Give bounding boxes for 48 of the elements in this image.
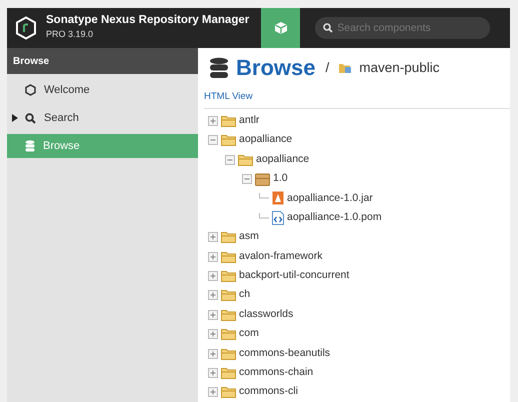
- tree-item[interactable]: commons-cli: [204, 382, 510, 402]
- repository-name: maven-public: [359, 58, 440, 77]
- folder-icon: [221, 270, 236, 282]
- jar-file-icon: [272, 191, 284, 206]
- database-icon: [209, 56, 229, 79]
- search-field[interactable]: Search components: [315, 17, 490, 39]
- tree-item[interactable]: commons-beanutils: [204, 344, 510, 364]
- repository-icon: [339, 62, 352, 74]
- breadcrumb-separator: /: [325, 58, 330, 77]
- folder-icon: [221, 134, 236, 146]
- cube-icon: [274, 21, 288, 35]
- html-view-link[interactable]: HTML View: [204, 90, 253, 102]
- box-icon: [255, 172, 270, 186]
- xml-file-icon: [272, 210, 284, 225]
- sidebar-item[interactable]: Search: [7, 106, 198, 130]
- hexagon-icon: [25, 84, 36, 96]
- folder-icon: [221, 114, 236, 127]
- tree-item[interactable]: com: [204, 324, 510, 344]
- tree-item[interactable]: asm: [204, 227, 510, 247]
- logo-icon: [15, 16, 37, 40]
- sidebar-item[interactable]: Welcome: [7, 78, 198, 102]
- product-edition: PRO 3.19.0: [46, 28, 94, 42]
- tree-item[interactable]: commons-chain: [204, 363, 510, 383]
- product-name: Sonatype Nexus Repository Manager: [46, 14, 250, 28]
- folder-icon: [221, 328, 236, 340]
- folder-icon: [221, 366, 236, 379]
- search-icon: [25, 112, 36, 124]
- folder-icon: [238, 154, 253, 166]
- tree-item[interactable]: aopalliance: [204, 150, 510, 170]
- tree-item[interactable]: ch: [204, 286, 510, 306]
- folder-icon: [221, 386, 236, 398]
- page-title: Browse: [236, 54, 316, 82]
- tree-item[interactable]: antlr: [204, 111, 510, 131]
- tree-item[interactable]: avalon-framework: [204, 246, 510, 266]
- database-icon: [25, 140, 35, 152]
- folder-icon: [221, 231, 236, 244]
- sidebar-title: Browse: [7, 48, 198, 74]
- folder-icon: [221, 348, 236, 360]
- folder-icon: [221, 289, 236, 302]
- tree-item[interactable]: backport-util-concurrent: [204, 266, 510, 286]
- folder-icon: [221, 308, 236, 321]
- tree-item[interactable]: classworlds: [204, 305, 510, 324]
- browse-tab[interactable]: [261, 8, 300, 48]
- tree-item[interactable]: aopalliance-1.0.jar: [204, 188, 510, 208]
- folder-icon: [221, 250, 236, 263]
- tree-item[interactable]: aopalliance-1.0.pom: [204, 208, 510, 228]
- tree-item[interactable]: 1.0: [204, 169, 510, 189]
- tree-item[interactable]: aopalliance: [204, 130, 510, 150]
